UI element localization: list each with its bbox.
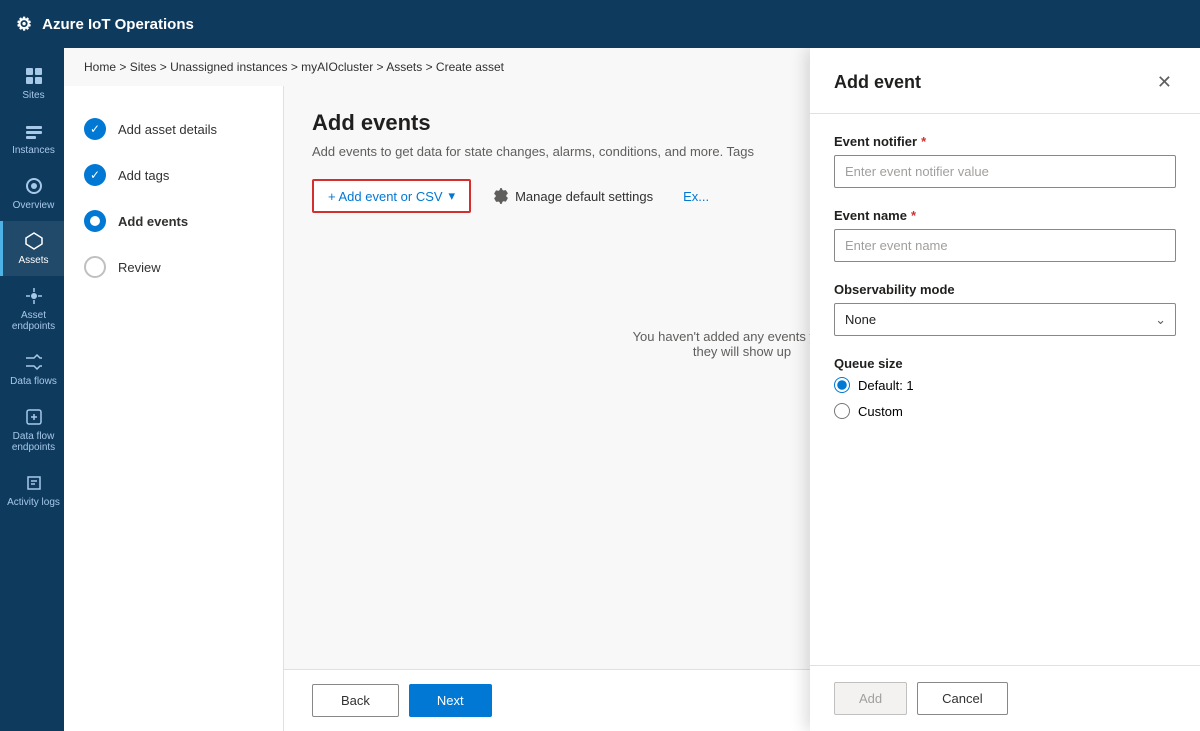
- side-panel-header: Add event ✕: [810, 48, 1200, 114]
- breadcrumb-unassigned-instances[interactable]: Unassigned instances: [170, 60, 287, 74]
- breadcrumb-home[interactable]: Home: [84, 60, 116, 74]
- step-indicator-add-tags: ✓: [84, 164, 106, 186]
- next-button[interactable]: Next: [409, 684, 492, 717]
- wizard-step-review[interactable]: Review: [64, 244, 283, 290]
- sidebar-label-sites: Sites: [22, 90, 44, 101]
- queue-size-field-group: Queue size Default: 1 Custom: [834, 356, 1176, 419]
- close-panel-button[interactable]: ✕: [1153, 68, 1176, 97]
- assets-icon: [24, 231, 44, 251]
- sidebar-item-data-flow-endpoints[interactable]: Data flow endpoints: [0, 397, 64, 463]
- manage-settings-button[interactable]: Manage default settings: [479, 181, 667, 211]
- observability-mode-select-wrapper: None Log Metric Trace ⌄: [834, 303, 1176, 336]
- event-notifier-label: Event notifier *: [834, 134, 1176, 149]
- add-event-submit-button[interactable]: Add: [834, 682, 907, 715]
- breadcrumb-assets[interactable]: Assets: [386, 60, 422, 74]
- main-layout: Sites Instances Overview Assets Asset en…: [0, 48, 1200, 731]
- event-name-label: Event name *: [834, 208, 1176, 223]
- queue-size-radio-group: Default: 1 Custom: [834, 377, 1176, 419]
- event-notifier-field-group: Event notifier *: [834, 134, 1176, 188]
- wizard-step-add-tags[interactable]: ✓ Add tags: [64, 152, 283, 198]
- queue-size-custom-option[interactable]: Custom: [834, 403, 1176, 419]
- queue-size-custom-label: Custom: [858, 404, 903, 419]
- data-flows-icon: [24, 352, 44, 372]
- sidebar: Sites Instances Overview Assets Asset en…: [0, 48, 64, 731]
- queue-size-default-option[interactable]: Default: 1: [834, 377, 1176, 393]
- step-label-add-asset-details: Add asset details: [118, 122, 217, 137]
- sidebar-label-asset-endpoints: Asset endpoints: [7, 310, 60, 332]
- sidebar-label-data-flows: Data flows: [10, 376, 57, 387]
- app-title: Azure IoT Operations: [42, 16, 194, 33]
- observability-mode-label: Observability mode: [834, 282, 1176, 297]
- activity-logs-icon: [24, 473, 44, 493]
- data-flow-endpoints-icon: [24, 407, 44, 427]
- step-indicator-review: [84, 256, 106, 278]
- event-notifier-input[interactable]: [834, 155, 1176, 188]
- breadcrumb-sites[interactable]: Sites: [130, 60, 157, 74]
- required-indicator: *: [921, 134, 926, 149]
- event-name-input[interactable]: [834, 229, 1176, 262]
- sidebar-item-overview[interactable]: Overview: [0, 166, 64, 221]
- add-event-side-panel: Add event ✕ Event notifier * Event name: [810, 48, 1200, 731]
- queue-size-default-label: Default: 1: [858, 378, 914, 393]
- side-panel-title: Add event: [834, 72, 921, 93]
- cancel-event-button[interactable]: Cancel: [917, 682, 1007, 715]
- add-event-button-label: + Add event or CSV: [328, 189, 443, 204]
- wizard-step-add-events[interactable]: Add events: [64, 198, 283, 244]
- sidebar-item-sites[interactable]: Sites: [0, 56, 64, 111]
- queue-size-label: Queue size: [834, 356, 1176, 371]
- side-panel-footer: Add Cancel: [810, 665, 1200, 731]
- step-label-add-tags: Add tags: [118, 168, 169, 183]
- sidebar-label-activity-logs: Activity logs: [7, 497, 60, 508]
- queue-size-custom-radio[interactable]: [834, 403, 850, 419]
- side-panel-body: Event notifier * Event name *: [810, 114, 1200, 665]
- gear-icon: [493, 188, 509, 204]
- app-icon: ⚙: [16, 14, 32, 35]
- export-label: Ex...: [683, 189, 709, 204]
- observability-mode-select[interactable]: None Log Metric Trace: [834, 303, 1176, 336]
- queue-size-default-radio[interactable]: [834, 377, 850, 393]
- step-label-add-events: Add events: [118, 214, 188, 229]
- step-label-review: Review: [118, 260, 161, 275]
- sidebar-item-assets[interactable]: Assets: [0, 221, 64, 276]
- back-button[interactable]: Back: [312, 684, 399, 717]
- event-name-field-group: Event name *: [834, 208, 1176, 262]
- sidebar-item-asset-endpoints[interactable]: Asset endpoints: [0, 276, 64, 342]
- sidebar-item-activity-logs[interactable]: Activity logs: [0, 463, 64, 518]
- chevron-down-icon: ▾: [449, 188, 456, 204]
- asset-endpoints-icon: [24, 286, 44, 306]
- wizard-steps: ✓ Add asset details ✓ Add tags Add event…: [64, 86, 284, 731]
- add-event-button[interactable]: + Add event or CSV ▾: [312, 179, 471, 213]
- instances-icon: [24, 121, 44, 141]
- step-indicator-add-events: [84, 210, 106, 232]
- wizard-step-add-asset-details[interactable]: ✓ Add asset details: [64, 106, 283, 152]
- sidebar-label-data-flow-endpoints: Data flow endpoints: [7, 431, 60, 453]
- sidebar-label-assets: Assets: [18, 255, 48, 266]
- manage-settings-label: Manage default settings: [515, 189, 653, 204]
- breadcrumb-cluster[interactable]: myAIOcluster: [301, 60, 373, 74]
- sidebar-label-overview: Overview: [13, 200, 55, 211]
- sidebar-label-instances: Instances: [12, 145, 55, 156]
- required-indicator-name: *: [911, 208, 916, 223]
- sidebar-item-data-flows[interactable]: Data flows: [0, 342, 64, 397]
- sites-icon: [24, 66, 44, 86]
- observability-mode-field-group: Observability mode None Log Metric Trace…: [834, 282, 1176, 336]
- content-area: Home > Sites > Unassigned instances > my…: [64, 48, 1200, 731]
- sidebar-item-instances[interactable]: Instances: [0, 111, 64, 166]
- step-indicator-add-asset-details: ✓: [84, 118, 106, 140]
- overview-icon: [24, 176, 44, 196]
- topbar: ⚙ Azure IoT Operations: [0, 0, 1200, 48]
- breadcrumb-create-asset: Create asset: [436, 60, 504, 74]
